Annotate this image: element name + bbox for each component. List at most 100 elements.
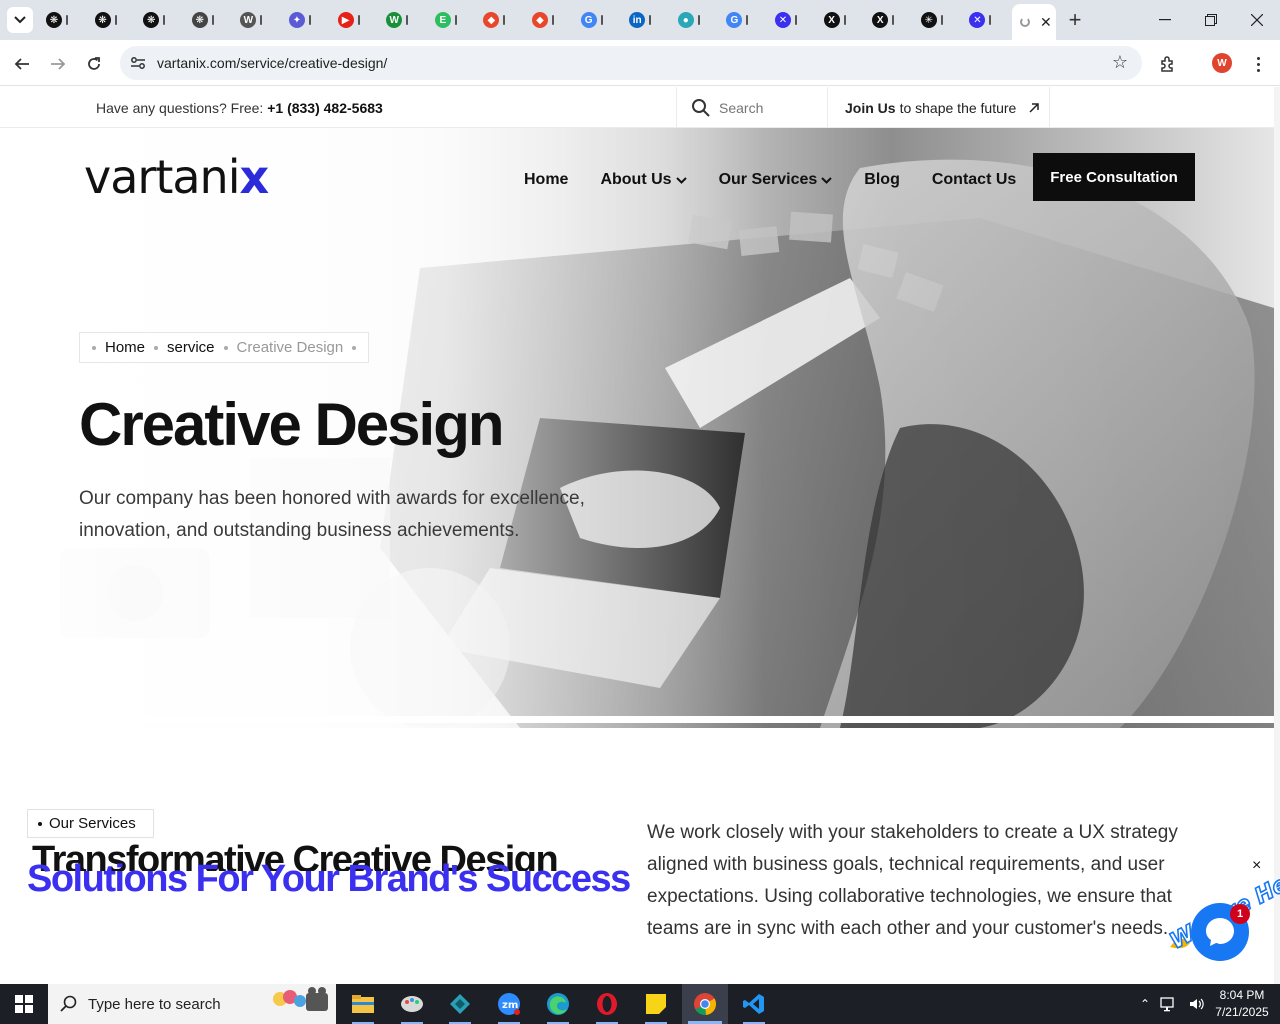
system-tray: ⌃ — [1140, 984, 1206, 1024]
close-tab-icon[interactable]: ✕ — [1040, 14, 1052, 31]
start-button[interactable] — [0, 984, 48, 1024]
page-title: Creative Design — [79, 391, 505, 458]
breadcrumb-home[interactable]: Home — [105, 339, 145, 356]
chrome-app[interactable] — [682, 984, 728, 1024]
profile-avatar[interactable]: W — [1212, 53, 1232, 73]
breadcrumb-separator — [154, 345, 159, 350]
nav-blog-label: Blog — [864, 171, 900, 188]
windows-logo-icon — [15, 995, 33, 1013]
openai-icon: ❋ — [143, 12, 160, 28]
browser-tab[interactable]: ❋ — [89, 6, 135, 34]
nav-home[interactable]: Home — [524, 171, 568, 189]
vscode-app[interactable] — [731, 984, 777, 1024]
site-logo[interactable]: vartanix — [84, 150, 269, 204]
tab-title-fragment — [260, 15, 263, 25]
reload-button[interactable] — [81, 51, 107, 77]
browser-tab[interactable]: ❋ — [186, 6, 232, 34]
tab-title-fragment — [989, 15, 992, 25]
browser-tab[interactable]: in — [623, 6, 669, 34]
browser-tab[interactable]: X — [818, 6, 864, 34]
browser-tab[interactable]: E — [429, 6, 475, 34]
browser-tab[interactable]: W — [380, 6, 426, 34]
free-consultation-button[interactable]: Free Consultation — [1033, 153, 1195, 201]
search-input[interactable] — [719, 98, 819, 118]
browser-tab[interactable]: G — [575, 6, 621, 34]
tab-title-fragment — [211, 15, 214, 25]
nav-contact-us[interactable]: Contact Us — [932, 171, 1016, 189]
browser-tab[interactable]: ✳ — [915, 6, 961, 34]
browser-tab[interactable]: ✕ — [963, 6, 1009, 34]
opera-app[interactable] — [584, 984, 630, 1024]
scrollbar-track[interactable] — [1274, 87, 1280, 984]
chevron-down-icon — [675, 176, 687, 184]
tab-title-fragment — [114, 15, 117, 25]
paint-app[interactable] — [389, 984, 435, 1024]
wordpress-icon: W — [240, 12, 257, 28]
breadcrumb-separator — [352, 345, 357, 350]
tab-title-fragment — [795, 15, 797, 25]
back-button[interactable] — [9, 51, 35, 77]
tab-active[interactable]: ✕ — [1012, 4, 1056, 40]
site-info-icon[interactable] — [128, 53, 148, 73]
join-us-link[interactable]: Join Us to shape the future — [828, 87, 1050, 128]
browser-tab[interactable]: ◆ — [477, 6, 523, 34]
forward-button[interactable] — [45, 51, 71, 77]
ai-dot-icon: ● — [677, 12, 694, 28]
file-explorer-app[interactable] — [340, 984, 386, 1024]
nav-blog[interactable]: Blog — [864, 171, 900, 189]
sticky-notes-app[interactable] — [633, 984, 679, 1024]
browser-tab[interactable]: G — [720, 6, 766, 34]
phone-link[interactable]: +1 (833) 482-5683 — [267, 100, 383, 116]
zoom-app[interactable]: zm — [486, 984, 532, 1024]
new-tab-button[interactable]: + — [1062, 7, 1088, 32]
url-text[interactable]: vartanix.com/service/creative-design/ — [157, 55, 387, 71]
hero-section: vartanix Home About Us Our Services Blog… — [0, 128, 1274, 728]
browser-tab[interactable]: ❋ — [137, 6, 183, 34]
chevron-down-icon — [821, 176, 833, 184]
browser-menu-icon[interactable] — [1248, 52, 1268, 76]
minimize-button[interactable] — [1142, 8, 1188, 32]
breadcrumb-separator — [92, 345, 96, 350]
nav-our-services[interactable]: Our Services — [719, 171, 833, 189]
arrow-right-icon — [51, 58, 66, 70]
chevron-up-icon[interactable]: ⌃ — [1140, 997, 1150, 1011]
edge-app[interactable] — [535, 984, 581, 1024]
browser-tab[interactable]: ✕ — [769, 6, 815, 34]
close-icon — [1251, 14, 1263, 26]
extensions-icon[interactable] — [1156, 52, 1180, 76]
search-icon[interactable] — [691, 98, 711, 118]
volume-icon[interactable] — [1188, 996, 1206, 1012]
breadcrumb-service[interactable]: service — [167, 339, 215, 356]
address-toolbar: vartanix.com/service/creative-design/ ☆ … — [0, 40, 1280, 86]
bookmark-star-icon[interactable]: ☆ — [1112, 52, 1128, 73]
breadcrumb-current: Creative Design — [236, 339, 344, 356]
site-search — [676, 87, 828, 128]
browser-tab-strip: ❋ ❋ ❋ ❋ W ✦ ▶ W E ◆ ◆ Gin ● G ✕ X X ✳ ✕ ✕ + — [0, 0, 1280, 40]
taskbar-search[interactable]: Type here to search — [48, 984, 336, 1024]
browser-tab[interactable]: ◆ — [526, 6, 572, 34]
browser-tab[interactable]: ✦ — [283, 6, 329, 34]
google-icon: G — [580, 12, 597, 28]
browser-tab[interactable]: X — [866, 6, 912, 34]
browser-tab[interactable]: W — [234, 6, 280, 34]
chat-close-button[interactable]: × — [1252, 857, 1270, 875]
close-window-button[interactable] — [1234, 8, 1280, 32]
tab-search-button[interactable] — [7, 7, 33, 33]
browser-tab[interactable]: ● — [672, 6, 718, 34]
main-navigation: Home About Us Our Services Blog Contact … — [524, 171, 1048, 189]
join-text: to shape the future — [899, 99, 1017, 116]
diamond-icon: ◆ — [532, 12, 548, 28]
nav-about-us[interactable]: About Us — [600, 171, 687, 189]
x-purple-icon: ✕ — [775, 12, 791, 28]
browser-tab[interactable]: ▶ — [332, 6, 378, 34]
nav-services-label: Our Services — [718, 171, 818, 188]
app-launcher-diamond[interactable] — [437, 984, 483, 1024]
tab-title-fragment — [892, 15, 895, 25]
edge-icon — [547, 993, 569, 1015]
network-icon[interactable] — [1160, 996, 1178, 1012]
restore-button[interactable] — [1188, 8, 1234, 32]
omnibox[interactable]: vartanix.com/service/creative-design/ ☆ — [120, 46, 1142, 80]
system-clock[interactable]: 8:04 PM 7/21/2025 — [1212, 987, 1272, 1021]
browser-tab[interactable]: ❋ — [40, 6, 86, 34]
arrow-left-icon — [14, 58, 29, 70]
